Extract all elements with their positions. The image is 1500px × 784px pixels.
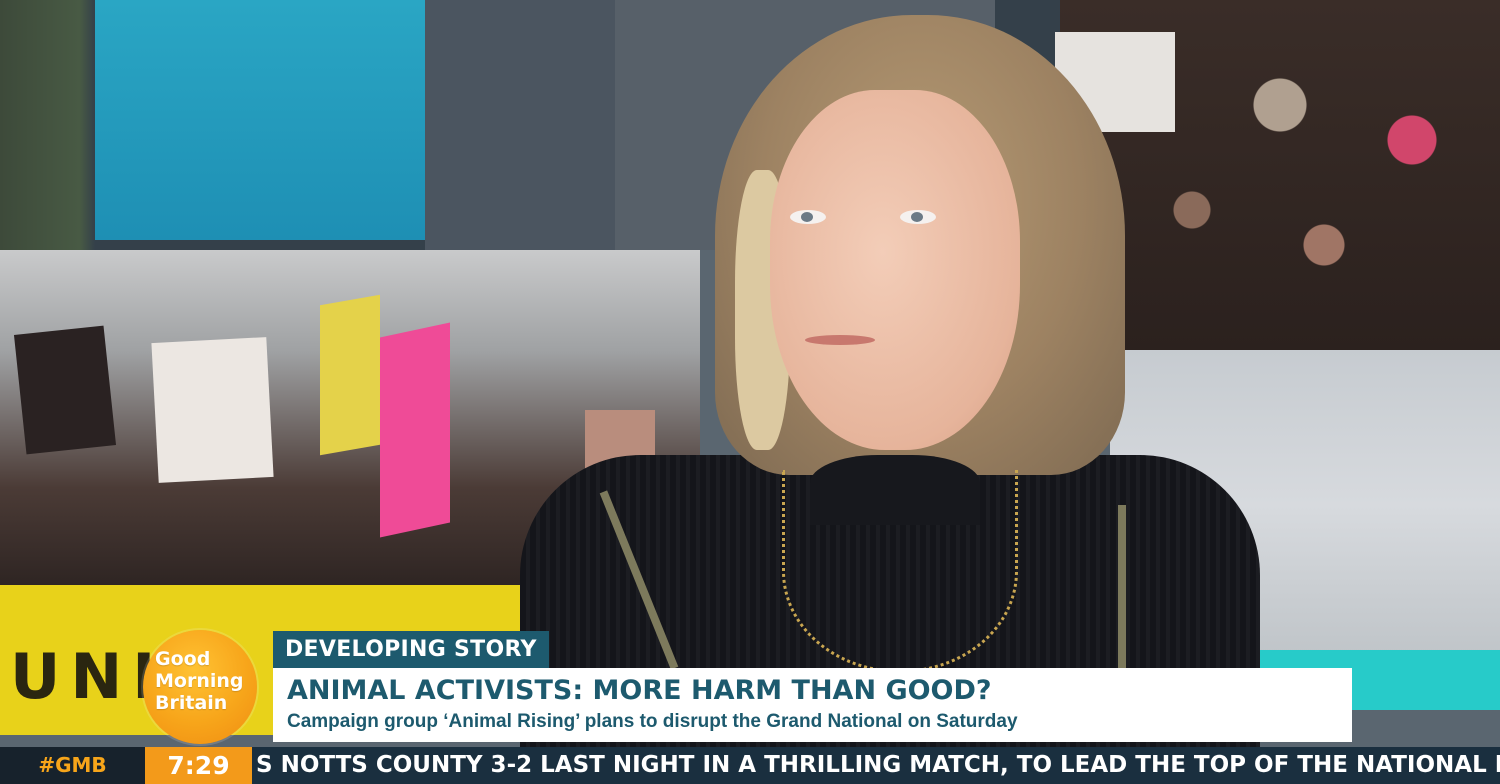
guest-figure	[520, 0, 1260, 784]
logo-line-1: Good	[155, 648, 211, 670]
guest-right-eye	[900, 210, 936, 224]
logo-line-2: Morning	[155, 670, 244, 692]
gmb-logo: Good Morning Britain	[143, 630, 257, 744]
guest-left-eye	[790, 210, 826, 224]
caption-headline: ANIMAL ACTIVISTS: MORE HARM THAN GOOD?	[287, 675, 992, 706]
background-protest-sign	[13, 325, 117, 455]
ticker-clock: 7:29	[145, 747, 252, 784]
background-protest-sign	[151, 337, 274, 483]
background-teal-screen	[95, 0, 425, 240]
ticker-text: S NOTTS COUNTY 3-2 LAST NIGHT IN A THRIL…	[256, 752, 1500, 778]
gmb-logo-text: Good Morning Britain	[155, 648, 247, 714]
lower-third-caption: ANIMAL ACTIVISTS: MORE HARM THAN GOOD? C…	[273, 668, 1352, 742]
ticker-hashtag: #GMB	[0, 747, 145, 784]
caption-subline: Campaign group ‘Animal Rising’ plans to …	[287, 711, 1018, 732]
guest-gold-chain	[782, 470, 1018, 673]
guest-face	[770, 90, 1020, 450]
news-ticker: #GMB 7:29 S NOTTS COUNTY 3-2 LAST NIGHT …	[0, 747, 1500, 784]
background-yellow-flag	[320, 294, 380, 456]
background-pink-flag	[380, 322, 450, 538]
guest-mouth	[805, 335, 875, 345]
developing-story-tag: DEVELOPING STORY	[273, 631, 549, 668]
logo-line-3: Britain	[155, 692, 228, 714]
guest-bag-strap	[1118, 505, 1126, 675]
